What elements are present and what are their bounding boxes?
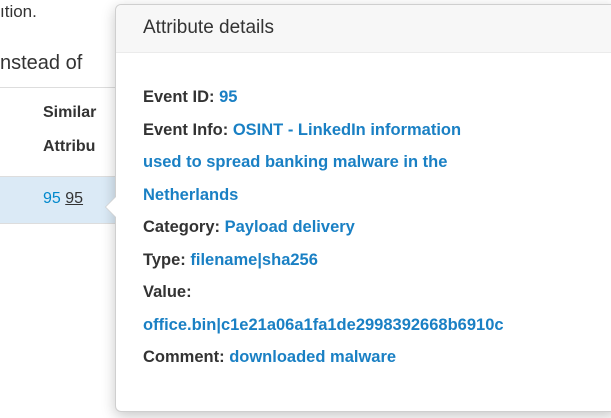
event-info-label: Event Info: (143, 120, 229, 139)
popover-title: Attribute details (116, 5, 611, 53)
column-header-similar: Similar (43, 104, 97, 121)
similar-attribute-link[interactable]: 95 (65, 190, 83, 207)
event-info-value-line1[interactable]: OSINT - LinkedIn information (233, 121, 461, 139)
value-row: Value: (143, 276, 611, 309)
event-info-value-line3[interactable]: Netherlands (143, 186, 238, 204)
value-value[interactable]: office.bin|c1e21a06a1fa1de2998392668b691… (143, 316, 504, 334)
comment-row: Comment: downloaded malware (143, 341, 611, 374)
background-instruction-fragment: nstead of (0, 52, 83, 74)
table-header: Similar Attribu (0, 87, 130, 178)
event-info-value-line2[interactable]: used to spread banking malware in the (143, 153, 447, 171)
category-label: Category: (143, 218, 221, 236)
type-value[interactable]: filename|sha256 (190, 251, 318, 269)
popover-arrow-fill (106, 197, 116, 217)
category-value[interactable]: Payload delivery (225, 218, 355, 236)
column-header-attribute: Attribu (43, 138, 96, 155)
value-continuation: office.bin|c1e21a06a1fa1de2998392668b691… (143, 309, 611, 342)
attribute-details-popover: Attribute details Event ID: 95 Event Inf… (105, 4, 611, 412)
event-id-value[interactable]: 95 (219, 88, 237, 106)
background-text-fragment: ıtion. (0, 2, 37, 21)
event-id-row: Event ID: 95 (143, 81, 611, 114)
event-id-text: 95 (43, 190, 61, 207)
page: ıtion. nstead of Similar Attribu 95 95 A… (0, 0, 611, 418)
event-info-continuation: used to spread banking malware in the (143, 146, 611, 179)
similar-attribute-cell: 95 95 (43, 190, 83, 208)
category-row: Category: Payload delivery (143, 211, 611, 244)
comment-value[interactable]: downloaded malware (229, 348, 396, 366)
popover-content: Event ID: 95 Event Info: OSINT - LinkedI… (143, 81, 611, 374)
event-info-row: Event Info: OSINT - LinkedIn information (143, 114, 611, 147)
event-id-label: Event ID: (143, 88, 215, 106)
type-row: Type: filename|sha256 (143, 244, 611, 277)
event-info-continuation: Netherlands (143, 179, 611, 212)
similar-attributes-table: Similar Attribu 95 95 (0, 87, 130, 247)
comment-label: Comment: (143, 348, 225, 366)
type-label: Type: (143, 250, 186, 269)
value-label: Value: (143, 283, 192, 301)
